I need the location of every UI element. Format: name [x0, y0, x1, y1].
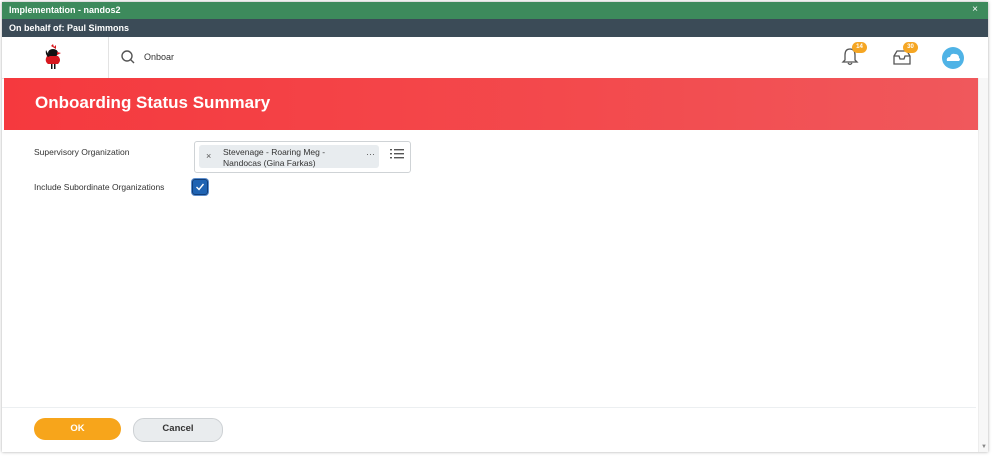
- cancel-button[interactable]: Cancel: [133, 418, 223, 442]
- app-header: Onboar 14 30: [2, 37, 988, 79]
- remove-selection-icon[interactable]: ×: [206, 151, 211, 161]
- search-input[interactable]: Onboar: [144, 52, 174, 62]
- ok-button[interactable]: OK: [34, 418, 121, 440]
- notifications-button[interactable]: 14: [840, 42, 867, 70]
- list-prompt-icon[interactable]: [390, 148, 404, 160]
- home-logo[interactable]: [2, 37, 109, 78]
- selected-organization-line2: Nandocas (Gina Farkas): [223, 157, 316, 168]
- page-title: Onboarding Status Summary: [35, 93, 271, 112]
- proxy-user-label: On behalf of: Paul Simmons: [9, 23, 130, 33]
- close-icon[interactable]: ×: [972, 4, 978, 15]
- include-subordinate-label: Include Subordinate Organizations: [34, 182, 165, 192]
- scroll-down-icon[interactable]: ▼: [981, 444, 987, 450]
- environment-title-bar: Implementation - nandos2 ×: [2, 2, 988, 19]
- inbox-badge: 30: [903, 42, 918, 53]
- rooster-logo-icon: [45, 44, 61, 69]
- selected-organization-line1: Stevenage - Roaring Meg -: [223, 147, 326, 157]
- page-banner: Onboarding Status Summary: [4, 78, 978, 130]
- window-title: Implementation - nandos2: [9, 5, 121, 15]
- form-footer: OK Cancel: [2, 407, 976, 452]
- vertical-scrollbar[interactable]: ▼: [978, 78, 988, 452]
- selected-organization-pill[interactable]: × Stevenage - Roaring Meg - Nandocas (Gi…: [199, 145, 379, 168]
- window-frame: Implementation - nandos2 × On behalf of:…: [2, 2, 988, 452]
- checkmark-icon: [196, 183, 205, 191]
- include-subordinate-checkbox[interactable]: [192, 179, 208, 195]
- cloud-avatar-icon: [942, 47, 964, 69]
- proxy-user-bar: On behalf of: Paul Simmons: [2, 19, 988, 37]
- supervisory-organization-label: Supervisory Organization: [34, 147, 130, 157]
- search-bar[interactable]: Onboar: [120, 49, 320, 67]
- profile-button[interactable]: [941, 46, 965, 70]
- supervisory-organization-prompt[interactable]: × Stevenage - Roaring Meg - Nandocas (Gi…: [194, 141, 411, 173]
- inbox-button[interactable]: 30: [891, 42, 918, 70]
- selected-organization-text: Stevenage - Roaring Meg - Nandocas (Gina…: [223, 147, 353, 168]
- search-icon: [121, 50, 135, 64]
- notifications-badge: 14: [852, 42, 867, 53]
- related-actions-icon[interactable]: ···: [366, 149, 375, 159]
